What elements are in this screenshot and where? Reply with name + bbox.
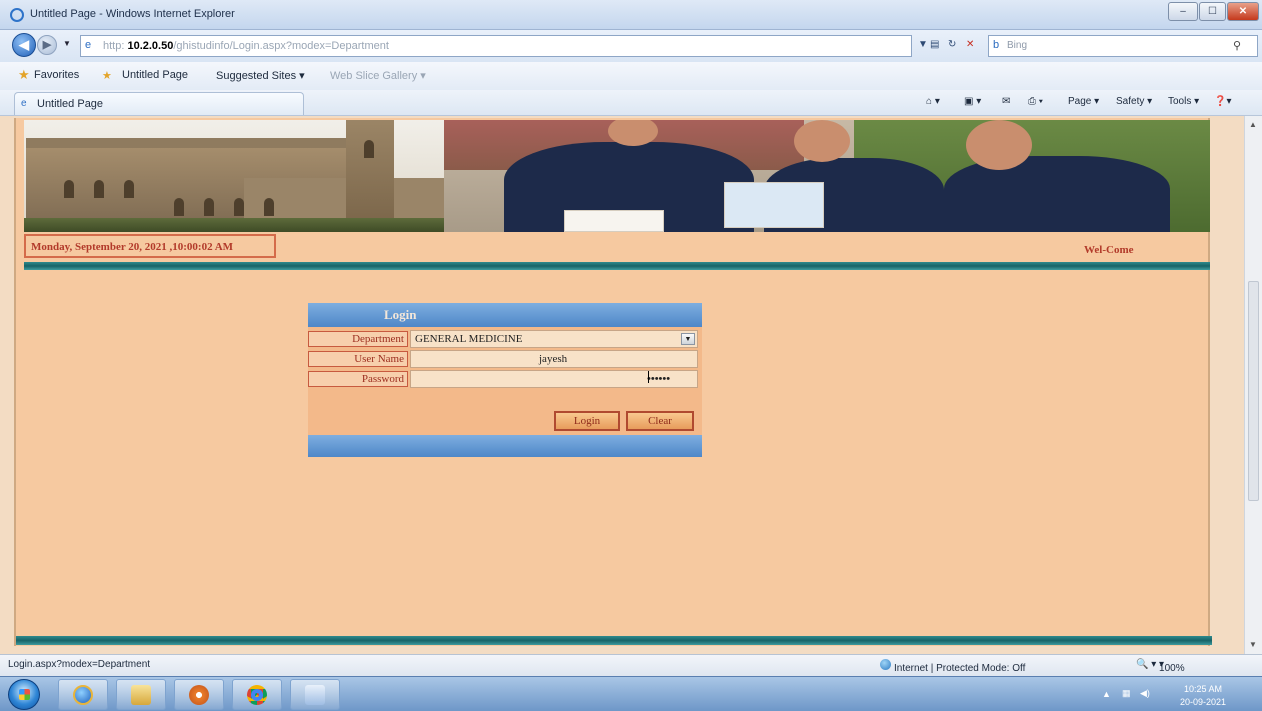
- maximize-button[interactable]: ☐: [1199, 2, 1226, 21]
- taskbar-media-button[interactable]: [174, 679, 224, 710]
- footer-divider: [16, 636, 1212, 645]
- login-button[interactable]: Login: [554, 411, 620, 431]
- refresh-icon[interactable]: ↻: [948, 39, 956, 50]
- address-bar[interactable]: e http: 10.2.0.50/ghistudinfo/Login.aspx…: [80, 35, 912, 57]
- taskbar-explorer-button[interactable]: [116, 679, 166, 710]
- app-window-icon: [305, 685, 325, 705]
- network-icon[interactable]: ▦: [1122, 688, 1131, 699]
- tray-show-icons[interactable]: ▲: [1102, 689, 1111, 699]
- favorites-button[interactable]: Favorites: [34, 69, 79, 81]
- chrome-icon: [247, 685, 267, 705]
- favorites-bar: ★ Favorites ★ Untitled Page Suggested Si…: [0, 62, 1262, 90]
- add-favorite-icon[interactable]: ★: [102, 69, 112, 82]
- scroll-up-icon[interactable]: ▲: [1249, 120, 1257, 129]
- login-footer: [308, 435, 702, 457]
- vertical-scrollbar[interactable]: ▲ ▼: [1244, 116, 1262, 654]
- header-banner-image: [24, 120, 1210, 232]
- mail-icon[interactable]: ✉: [1002, 96, 1010, 107]
- safety-menu[interactable]: Safety ▾: [1116, 96, 1152, 107]
- security-zone[interactable]: Internet | Protected Mode: Off: [880, 659, 1025, 674]
- password-label: Password: [308, 371, 408, 387]
- clock-date[interactable]: 20-09-2021: [1180, 697, 1226, 707]
- search-placeholder: Bing: [1007, 40, 1028, 51]
- folder-icon: [131, 685, 151, 705]
- compatibility-icon[interactable]: ▤: [930, 39, 939, 50]
- print-icon[interactable]: ⎙ ▾: [1028, 96, 1043, 107]
- globe-icon: [880, 659, 891, 670]
- page-viewport: Monday, September 20, 2021 ,10:00:02 AM …: [0, 116, 1262, 654]
- history-dropdown-icon[interactable]: ▼: [63, 39, 71, 48]
- close-button[interactable]: ✕: [1227, 2, 1259, 21]
- search-box[interactable]: b Bing ⚲: [988, 35, 1258, 57]
- taskbar-chrome-button[interactable]: [232, 679, 282, 710]
- chevron-down-icon[interactable]: ▼: [681, 333, 695, 345]
- login-form: Department GENERAL MEDICINE ▼ User Name …: [308, 327, 702, 435]
- tools-menu[interactable]: Tools ▾: [1168, 96, 1199, 107]
- bing-icon: b: [993, 39, 1000, 51]
- volume-icon[interactable]: ◀): [1140, 688, 1150, 699]
- favorites-star-icon[interactable]: ★: [18, 67, 30, 83]
- window-title: Untitled Page - Windows Internet Explore…: [30, 8, 235, 20]
- scroll-thumb[interactable]: [1248, 281, 1259, 501]
- tab-label: Untitled Page: [37, 98, 104, 110]
- username-field[interactable]: jayesh: [410, 350, 698, 368]
- start-button[interactable]: [8, 679, 40, 710]
- login-title: Login: [384, 307, 417, 322]
- stop-icon[interactable]: ✕: [966, 39, 974, 50]
- scroll-down-icon[interactable]: ▼: [1249, 640, 1257, 649]
- page-menu[interactable]: Page ▾: [1068, 96, 1099, 107]
- page-icon: e: [85, 39, 92, 51]
- department-label: Department: [308, 331, 408, 347]
- screen: Untitled Page - Windows Internet Explore…: [0, 0, 1262, 711]
- page-frame: Monday, September 20, 2021 ,10:00:02 AM …: [14, 118, 1212, 646]
- status-url: Login.aspx?modex=Department: [8, 659, 151, 670]
- welcome-text: Wel-Come: [1084, 244, 1134, 256]
- address-row: ◀ ▶ ▼ e http: 10.2.0.50/ghistudinfo/Logi…: [0, 30, 1262, 62]
- ie-icon: [73, 685, 93, 705]
- status-bar: Login.aspx?modex=Department Internet | P…: [0, 654, 1262, 676]
- username-label: User Name: [308, 351, 408, 367]
- tab-page-icon: e: [21, 98, 27, 109]
- password-field[interactable]: ••••••: [410, 370, 698, 388]
- minimize-button[interactable]: –: [1168, 2, 1198, 21]
- tab-untitled-page[interactable]: e Untitled Page: [14, 92, 304, 115]
- taskbar: ▲ ▦ ◀) 10:25 AM 20-09-2021: [0, 676, 1262, 711]
- header-divider: [24, 262, 1210, 270]
- system-tray: ▲ ▦ ◀) 10:25 AM 20-09-2021: [1098, 679, 1260, 710]
- command-bar: e Untitled Page ⌂ ▾ ▣ ▾ ✉ ⎙ ▾ Page ▾ Saf…: [0, 90, 1262, 116]
- taskbar-app-button[interactable]: [290, 679, 340, 710]
- back-button[interactable]: ◀: [12, 33, 36, 57]
- login-panel: Login Department GENERAL MEDICINE ▼ User…: [308, 303, 702, 461]
- department-select[interactable]: GENERAL MEDICINE ▼: [410, 330, 698, 348]
- fav-item-untitled-page[interactable]: Untitled Page: [122, 69, 188, 81]
- media-player-icon: [189, 685, 209, 705]
- home-icon[interactable]: ⌂ ▾: [926, 96, 940, 107]
- datetime-text: Monday, September 20, 2021 ,10:00:02 AM: [31, 241, 234, 253]
- login-header: Login: [308, 303, 702, 327]
- ie-logo-icon: [10, 8, 24, 22]
- feeds-icon[interactable]: ▣ ▾: [964, 96, 981, 107]
- help-icon[interactable]: ❓▾: [1214, 96, 1231, 107]
- search-icon[interactable]: ⚲: [1233, 39, 1241, 52]
- datetime-display: Monday, September 20, 2021 ,10:00:02 AM: [24, 234, 276, 258]
- forward-button[interactable]: ▶: [37, 35, 57, 55]
- title-bar: Untitled Page - Windows Internet Explore…: [0, 0, 1262, 30]
- clock-time[interactable]: 10:25 AM: [1184, 684, 1222, 694]
- address-dropdown-icon[interactable]: ▼: [918, 39, 928, 50]
- username-value: jayesh: [539, 353, 568, 365]
- department-value: GENERAL MEDICINE: [415, 333, 523, 345]
- fav-item-suggested-sites[interactable]: Suggested Sites ▾: [216, 69, 305, 82]
- zoom-control[interactable]: 🔍 ▾ 100% ▾: [1136, 659, 1185, 674]
- clear-button[interactable]: Clear: [626, 411, 694, 431]
- url-text: http: 10.2.0.50/ghistudinfo/Login.aspx?m…: [103, 40, 389, 52]
- fav-item-web-slice-gallery[interactable]: Web Slice Gallery ▾: [330, 69, 426, 82]
- taskbar-ie-button[interactable]: [58, 679, 108, 710]
